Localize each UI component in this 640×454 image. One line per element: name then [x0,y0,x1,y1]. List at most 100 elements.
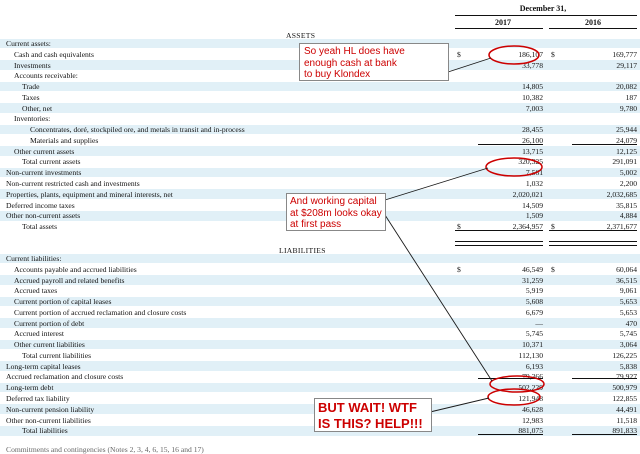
year-2017-underline [455,28,543,29]
value-2016: 3,064 [619,340,637,350]
value-2016: 5,653 [619,307,637,317]
line-item-label: Trade [22,82,40,92]
line-item-label: Total current assets [22,157,81,167]
value-2016: 5,745 [619,329,637,339]
rule-total-liab-c1 [478,434,543,435]
line-item-label: Other non-current liabilities [6,415,91,425]
value-2017: 5,608 [525,297,543,307]
line-item-label: Current liabilities: [6,254,62,263]
line-item-label: Total liabilities [22,426,68,436]
line-item-label: Properties, plants, equipment and minera… [6,189,173,199]
value-2016: 122,855 [612,394,637,403]
callout-wtf-line-1: BUT WAIT! WTF [318,400,417,415]
line-item-label: Taxes [22,92,40,102]
value-2016: 500,979 [612,383,637,393]
value-2016: 291,091 [612,157,637,167]
value-2017: 10,382 [522,92,543,102]
rule-total-assets-bottom-c2 [549,241,637,246]
row-band [0,81,640,92]
callout-wtf-line-2: IS THIS? HELP!!! [318,415,423,431]
row-band [0,253,640,264]
value-2017: 112,130 [518,350,543,360]
value-2017: 6,193 [525,361,543,371]
value-2017: 13,715 [522,146,543,156]
line-item-label: Current portion of capital leases [14,297,112,307]
value-2017: 28,455 [522,125,543,135]
currency-symbol-2016: $ [551,264,555,274]
period-underline [455,15,637,16]
year-2017-header: 2017 [495,18,511,27]
value-2017: 7,003 [525,103,543,113]
line-item-label: Accrued taxes [14,286,58,296]
value-2017: 14,509 [522,200,543,210]
line-item-label: Total assets [22,222,58,232]
line-item-label: Current portion of accrued reclamation a… [14,307,187,317]
line-item-label: Current assets: [6,39,51,48]
value-2016: 187 [625,92,637,102]
value-2017: — [535,318,543,328]
value-2017: 1,032 [525,179,543,188]
value-2017: 12,983 [522,415,543,425]
line-item-label: Accrued payroll and related benefits [14,275,125,285]
cutoff-footnote: Commitments and contingencies (Notes 2, … [6,445,204,454]
value-2016: 2,032,685 [606,189,637,199]
value-2016: 35,815 [616,200,637,210]
value-2017: 6,679 [525,307,543,317]
period-header: December 31, [519,4,567,13]
value-2017: 10,371 [522,340,543,350]
value-2017: 502,229 [518,383,543,393]
row-band [0,361,640,371]
line-item-label: Non-current pension liability [6,404,95,414]
value-2017: 5,745 [525,329,543,339]
value-2017: 2,020,021 [512,189,543,199]
row-band [0,146,640,156]
value-2016: 11,518 [616,415,637,425]
value-2017: 46,549 [522,264,543,274]
callout-wc-line-3: at first pass [290,219,342,230]
line-item-label: Investments [14,60,51,70]
line-item-label: Non-current investments [6,168,82,178]
rule-current-liab-c1 [478,378,543,379]
row-band [0,318,640,328]
line-item-label: Other current assets [14,146,75,156]
row-band [0,167,640,178]
value-2017: 1,509 [525,211,543,221]
year-2016-underline [549,28,637,29]
line-item-label: Other current liabilities [14,340,85,350]
line-item-label: Accrued interest [14,329,64,339]
rule-total-assets-top-c1 [455,230,543,231]
line-item-label: Accrued reclamation and closure costs [6,372,124,382]
value-2016: 25,944 [616,125,637,135]
line-item-label: Other non-current assets [6,211,81,221]
callout-wtf-note: BUT WAIT! WTF IS THIS? HELP!!! [314,398,432,432]
value-2016: 470 [625,318,637,328]
line-item-label: Accounts receivable: [14,71,78,81]
value-2016: 9,061 [619,286,637,296]
currency-symbol-2017: $ [457,264,461,274]
value-2016: 9,780 [619,103,637,113]
balance-sheet: December 31, 2017 2016 ASSETS LIABILITIE… [0,0,640,454]
value-2016: 2,200 [619,179,637,188]
value-2016: 126,225 [612,350,637,360]
callout-cash-line-1: So yeah HL does have [304,46,405,57]
value-2017: 186,107 [518,49,543,59]
value-2016: 5,653 [619,297,637,307]
value-2016: 4,884 [619,211,637,221]
value-2016: 29,117 [616,60,637,70]
rule-total-liab-c2 [572,434,637,435]
value-2016: 5,838 [619,361,637,371]
line-item-label: Current portion of debt [14,318,85,328]
currency-symbol-2017: $ [457,49,461,59]
callout-wc-line-1: And working capital [290,196,377,207]
value-2016: 5,002 [619,168,637,178]
value-2016: 60,064 [616,264,637,274]
rule-total-assets-top-c2 [549,230,637,231]
callout-cash-line-3: to buy Klondex [304,69,371,80]
value-2016: 36,515 [616,275,637,285]
line-item-label: Accounts payable and accrued liabilities [14,264,137,274]
row-band [0,339,640,350]
value-2017: 7,561 [525,168,543,178]
value-2016: 20,082 [616,82,637,92]
callout-working-capital-note: And working capital at $208m looks okay … [286,193,386,231]
line-item-label: Long-term debt [6,383,54,393]
